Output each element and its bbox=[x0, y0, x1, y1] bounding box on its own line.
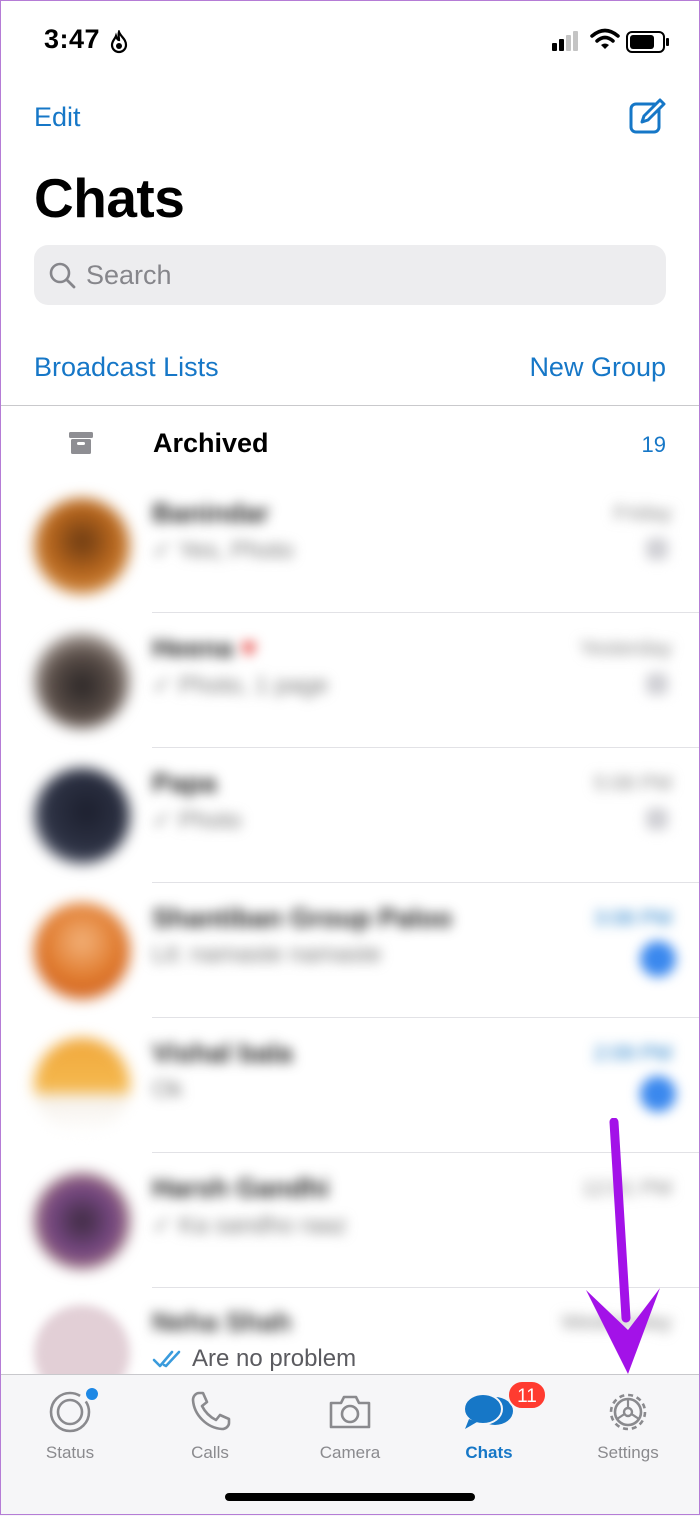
chat-row[interactable]: Heena ♥ Yesterday ✓ Photo, 1 page bbox=[0, 613, 700, 748]
tab-label: Settings bbox=[597, 1443, 659, 1462]
avatar bbox=[34, 903, 130, 999]
archived-count: 19 bbox=[641, 432, 666, 457]
compose-icon[interactable] bbox=[628, 98, 666, 136]
chat-time: Yesterday bbox=[579, 637, 672, 660]
chat-time: 2:09 PM bbox=[593, 1042, 672, 1065]
new-group-link[interactable]: New Group bbox=[529, 352, 666, 383]
broadcast-lists-link[interactable]: Broadcast Lists bbox=[34, 352, 219, 383]
chat-time: 5:08 PM bbox=[593, 772, 672, 795]
mute-icon bbox=[646, 538, 668, 560]
tab-camera[interactable]: Camera bbox=[295, 1389, 405, 1463]
chat-preview: Ok bbox=[152, 1076, 183, 1103]
annotation-arrow-icon bbox=[586, 1118, 660, 1374]
tab-status[interactable]: Status bbox=[15, 1389, 125, 1463]
edit-button[interactable]: Edit bbox=[34, 102, 81, 133]
wifi-icon bbox=[590, 28, 620, 49]
tab-label: Status bbox=[45, 1443, 95, 1462]
archived-label: Archived bbox=[153, 428, 269, 458]
chat-time: Friday bbox=[613, 502, 672, 525]
mute-icon bbox=[646, 673, 668, 695]
avatar bbox=[34, 768, 130, 864]
chat-name: Harsh Gandhi bbox=[152, 1173, 330, 1203]
double-check-icon bbox=[152, 1350, 181, 1368]
unread-count-badge: 11 bbox=[507, 1380, 547, 1410]
page-title: Chats bbox=[34, 167, 185, 229]
chat-name: Papa bbox=[152, 768, 217, 798]
chat-preview: ✓ Ka sandho raaz bbox=[152, 1212, 347, 1239]
chat-time: 3:08 PM bbox=[593, 907, 672, 930]
chat-preview: Lit: namaste namaste bbox=[152, 941, 382, 968]
archive-box-icon bbox=[69, 432, 93, 454]
search-input[interactable] bbox=[86, 254, 646, 296]
search-bar[interactable] bbox=[34, 245, 666, 305]
avatar bbox=[34, 498, 130, 594]
search-icon bbox=[49, 262, 76, 289]
chat-name: Neha Shah bbox=[152, 1307, 292, 1337]
chat-name: Shantiban Group Paloo bbox=[152, 903, 453, 933]
chat-preview: Are no problem bbox=[152, 1345, 356, 1373]
tab-settings[interactable]: Settings bbox=[573, 1389, 683, 1463]
archived-row[interactable]: Archived 19 bbox=[0, 406, 700, 478]
tab-label: Chats bbox=[465, 1443, 513, 1462]
chat-row[interactable]: Banindar Friday ✓ Yes, Photo bbox=[0, 478, 700, 613]
chat-preview: ✓ Photo, 1 page bbox=[152, 672, 329, 699]
flame-icon bbox=[110, 30, 128, 54]
chat-row[interactable]: Shantiban Group Paloo 3:08 PM Lit: namas… bbox=[0, 883, 700, 1018]
tab-calls[interactable]: Calls bbox=[155, 1389, 265, 1463]
status-bar: 3:47 bbox=[0, 0, 700, 80]
unread-badge bbox=[640, 941, 676, 977]
avatar bbox=[34, 1305, 130, 1374]
avatar bbox=[34, 1038, 130, 1134]
mute-icon bbox=[646, 808, 668, 830]
avatar bbox=[34, 633, 130, 729]
chat-preview-text: Are no problem bbox=[192, 1345, 357, 1372]
chat-name: Banindar bbox=[152, 498, 270, 528]
chat-preview: ✓ Photo bbox=[152, 807, 242, 834]
cellular-signal-icon bbox=[552, 31, 578, 51]
phone-icon bbox=[191, 1391, 231, 1431]
unread-badge bbox=[640, 1076, 676, 1112]
tab-label: Camera bbox=[319, 1443, 381, 1462]
chat-preview: ✓ Yes, Photo bbox=[152, 537, 294, 564]
chat-name: Vishal bala bbox=[152, 1038, 293, 1068]
home-indicator bbox=[225, 1493, 475, 1501]
status-update-dot bbox=[84, 1386, 100, 1402]
chat-name: Heena ♥ bbox=[152, 633, 257, 663]
avatar bbox=[34, 1173, 130, 1269]
camera-icon bbox=[329, 1395, 371, 1429]
status-time: 3:47 bbox=[44, 24, 101, 54]
gear-icon bbox=[609, 1393, 647, 1431]
chat-row[interactable]: Papa 5:08 PM ✓ Photo bbox=[0, 748, 700, 883]
tab-label: Calls bbox=[191, 1443, 229, 1462]
heart-icon: ♥ bbox=[240, 633, 257, 663]
battery-icon bbox=[626, 31, 669, 53]
